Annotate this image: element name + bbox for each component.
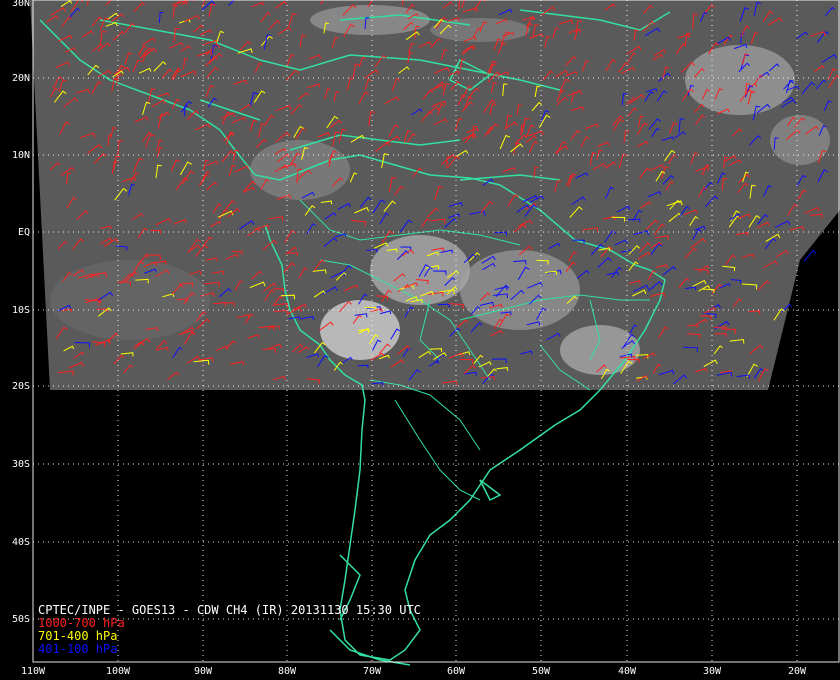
lon-label: 110W bbox=[21, 666, 46, 677]
lat-label: 30N bbox=[12, 0, 30, 9]
legend-mid-level: 701-400 hPa bbox=[38, 629, 118, 643]
lat-label: 10S bbox=[12, 305, 30, 316]
lon-label: 50W bbox=[532, 666, 551, 677]
map-viewport: 30N 20N 10N EQ 10S 20S 30S 40S 50S 110W … bbox=[0, 0, 840, 680]
lon-label: 100W bbox=[106, 666, 131, 677]
latitude-labels: 30N 20N 10N EQ 10S 20S 30S 40S 50S bbox=[12, 0, 30, 625]
lat-label: 20S bbox=[12, 381, 30, 392]
lon-label: 80W bbox=[278, 666, 297, 677]
map-title: CPTEC/INPE - GOES13 - CDW CH4 (IR) 20131… bbox=[38, 603, 421, 617]
lat-label: 10N bbox=[12, 150, 30, 161]
lat-label: 40S bbox=[12, 537, 30, 548]
wind-vector-map: 30N 20N 10N EQ 10S 20S 30S 40S 50S 110W … bbox=[12, 0, 840, 677]
lat-label: 50S bbox=[12, 614, 30, 625]
lat-label: 20N bbox=[12, 73, 30, 84]
lon-label: 20W bbox=[788, 666, 807, 677]
lon-label: 90W bbox=[194, 666, 213, 677]
lon-label: 30W bbox=[703, 666, 722, 677]
lon-label: 40W bbox=[618, 666, 637, 677]
lon-label: 70W bbox=[363, 666, 382, 677]
lat-label: 30S bbox=[12, 459, 30, 470]
lon-label: 60W bbox=[447, 666, 466, 677]
legend-low-level: 1000-700 hPa bbox=[38, 616, 125, 630]
legend-high-level: 401-100 hPa bbox=[38, 642, 118, 656]
lat-label: EQ bbox=[18, 227, 30, 238]
longitude-labels: 110W 100W 90W 80W 70W 60W 50W 40W 30W 20… bbox=[21, 666, 807, 677]
